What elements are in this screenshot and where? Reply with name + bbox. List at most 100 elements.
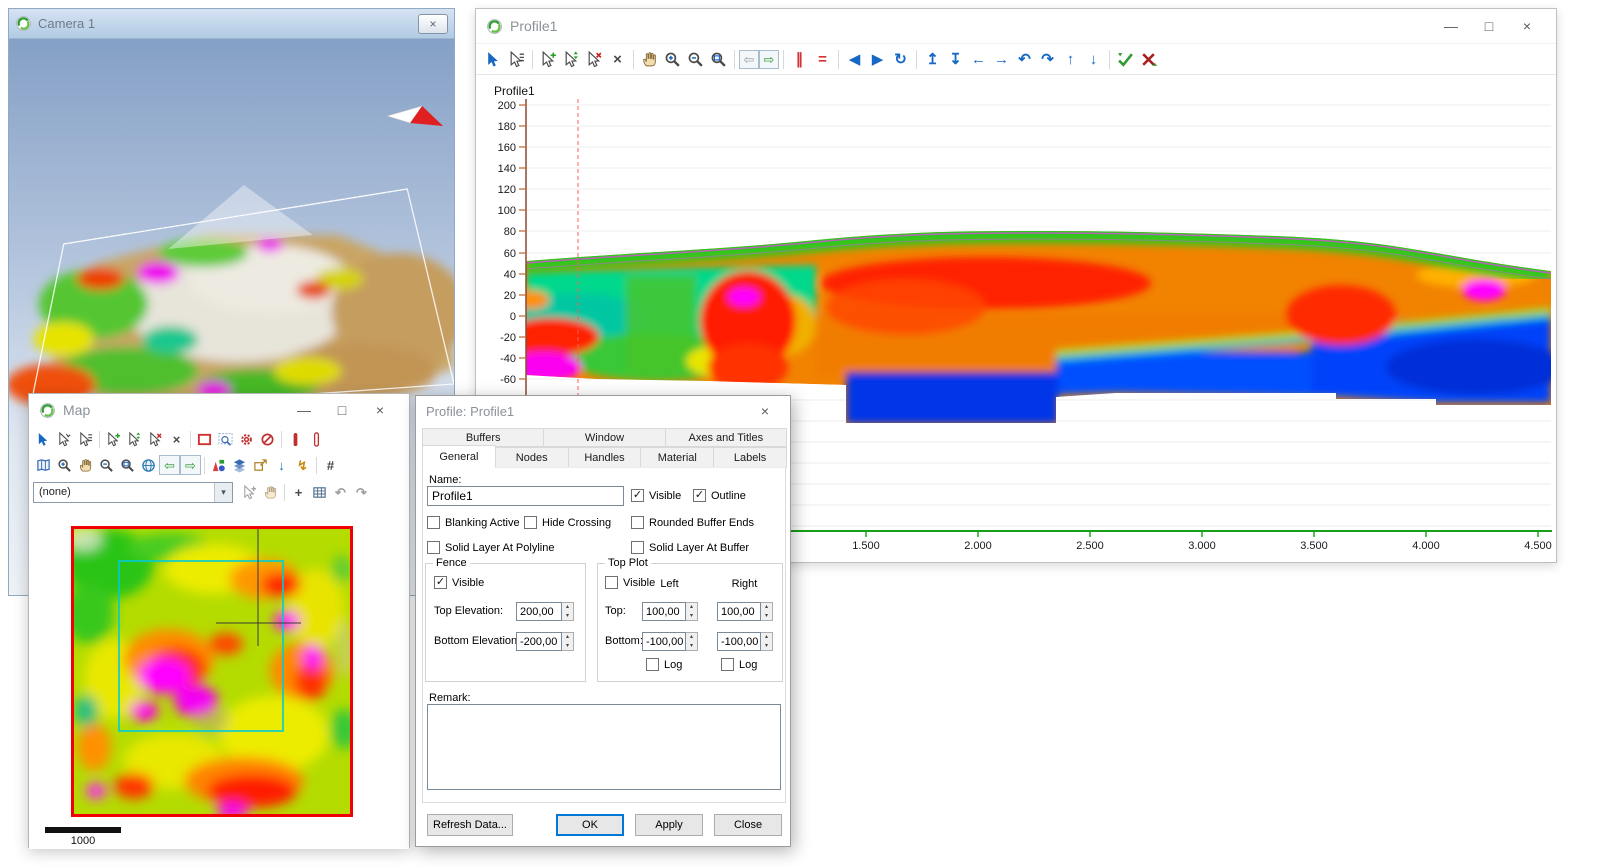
close-button[interactable]: × (1508, 13, 1546, 39)
spin-down-icon[interactable]: ▾ (686, 642, 697, 651)
top-left-field[interactable]: 100,00 (642, 602, 686, 621)
ok-button[interactable]: OK (556, 814, 624, 836)
layer-select[interactable]: (none) ▾ (33, 481, 233, 503)
move-right-icon[interactable]: → (990, 48, 1013, 70)
move-node-cursor-icon[interactable] (124, 429, 145, 449)
close-button[interactable]: × (361, 397, 399, 423)
move-left-icon[interactable]: ← (967, 48, 990, 70)
zoom-extents-icon[interactable] (707, 48, 730, 70)
map-title-bar[interactable]: Map — □ × (29, 394, 409, 426)
top-elevation-field[interactable]: 200,00 (516, 602, 562, 621)
log-right-checkbox[interactable] (721, 658, 734, 671)
nav-forward-icon[interactable]: ⇨ (759, 49, 779, 69)
spin-up-icon[interactable]: ▴ (686, 603, 697, 612)
snap-cursor-icon[interactable] (239, 482, 260, 502)
accept-changes-icon[interactable] (1114, 48, 1137, 70)
previous-profile-icon[interactable]: ◀ (843, 48, 866, 70)
zoom-in-icon[interactable] (661, 48, 684, 70)
spin-up-icon[interactable]: ▴ (761, 603, 772, 612)
region-options-gear-icon[interactable] (236, 429, 257, 449)
solid-layer-buffer-checkbox[interactable] (631, 541, 644, 554)
profile-title-bar[interactable]: Profile1 — □ × (476, 9, 1556, 43)
delete-node-cursor-icon[interactable] (583, 48, 606, 70)
apply-button[interactable]: Apply (635, 814, 703, 836)
close-button[interactable]: × (418, 13, 448, 34)
refresh-data-button[interactable]: Refresh Data... (427, 814, 513, 836)
tab-handles[interactable]: Handles (567, 447, 642, 468)
bottom-elevation-field[interactable]: -200,00 (516, 632, 562, 651)
discard-changes-icon[interactable] (1137, 48, 1160, 70)
map-canvas[interactable]: 1000 (29, 506, 409, 849)
camera-title-bar[interactable]: Camera 1 × (9, 9, 454, 39)
refresh-map-icon[interactable]: ↯ (292, 455, 313, 475)
select-cursor-icon[interactable] (33, 429, 54, 449)
spin-up-icon[interactable]: ▴ (562, 633, 573, 642)
spin-up-icon[interactable]: ▴ (562, 603, 573, 612)
insert-node-cursor-icon[interactable] (103, 429, 124, 449)
log-left-checkbox[interactable] (646, 658, 659, 671)
visible-checkbox[interactable]: ✓ (631, 489, 644, 502)
spin-up-icon[interactable]: ▴ (761, 633, 772, 642)
zoom-in-icon[interactable] (54, 455, 75, 475)
clear-region-icon[interactable] (257, 429, 278, 449)
spin-down-icon[interactable]: ▾ (562, 642, 573, 651)
close-button[interactable]: Close (714, 814, 782, 836)
spin-down-icon[interactable]: ▾ (761, 642, 772, 651)
solid-layer-polyline-checkbox[interactable] (427, 541, 440, 554)
tab-window[interactable]: Window (543, 428, 666, 447)
next-profile-icon[interactable]: ▶ (866, 48, 889, 70)
edit-object-cursor-icon[interactable] (75, 429, 96, 449)
rounded-buffer-ends-checkbox[interactable] (631, 516, 644, 529)
globe-icon[interactable] (138, 455, 159, 475)
minimize-button[interactable]: — (285, 397, 323, 423)
export-map-icon[interactable] (250, 455, 271, 475)
layers-icon[interactable] (229, 455, 250, 475)
undo-icon[interactable]: ↶ (330, 482, 351, 502)
nav-back-icon[interactable]: ⇦ (739, 49, 759, 69)
tab-labels[interactable]: Labels (713, 447, 787, 468)
insert-object-icon[interactable]: ↓ (271, 455, 292, 475)
add-node-icon[interactable]: + (288, 482, 309, 502)
tab-axes-and-titles[interactable]: Axes and Titles (664, 428, 787, 447)
spin-up-icon[interactable]: ▴ (686, 633, 697, 642)
tab-general[interactable]: General (422, 445, 496, 468)
select-polyline-cursor-icon[interactable] (54, 429, 75, 449)
bottom-left-field[interactable]: -100,00 (642, 632, 686, 651)
attribute-table-icon[interactable] (309, 482, 330, 502)
profile-line-outline-icon[interactable] (306, 429, 327, 449)
delete-node-cursor-icon[interactable] (145, 429, 166, 449)
spin-down-icon[interactable]: ▾ (761, 612, 772, 621)
zoom-region-icon[interactable] (215, 429, 236, 449)
pan-hand-icon[interactable] (638, 48, 661, 70)
pan-small-icon[interactable] (260, 482, 281, 502)
new-map-icon[interactable] (33, 455, 54, 475)
fence-visible-checkbox[interactable]: ✓ (434, 576, 447, 589)
nav-back-icon[interactable]: ⇦ (159, 455, 180, 475)
tab-nodes[interactable]: Nodes (494, 447, 569, 468)
zoom-extents-icon[interactable] (117, 455, 138, 475)
maximize-button[interactable]: □ (1470, 13, 1508, 39)
select-cursor-icon[interactable] (482, 48, 505, 70)
outline-checkbox[interactable]: ✓ (693, 489, 706, 502)
redo-icon[interactable]: ↷ (351, 482, 372, 502)
move-bottom-icon[interactable]: ↧ (944, 48, 967, 70)
close-button[interactable]: × (750, 398, 780, 424)
top-right-field[interactable]: 100,00 (717, 602, 761, 621)
undo-icon[interactable]: ↶ (1013, 48, 1036, 70)
pan-hand-icon[interactable] (75, 455, 96, 475)
insert-node-cursor-icon[interactable] (537, 48, 560, 70)
zoom-out-icon[interactable] (96, 455, 117, 475)
grid-icon[interactable]: # (320, 455, 341, 475)
delete-icon[interactable]: × (606, 48, 629, 70)
delete-icon[interactable]: × (166, 429, 187, 449)
top-plot-visible-checkbox[interactable] (605, 576, 618, 589)
spin-down-icon[interactable]: ▾ (686, 612, 697, 621)
symbols-icon[interactable] (208, 455, 229, 475)
buffer-lines-icon[interactable]: = (811, 48, 834, 70)
zoom-out-icon[interactable] (684, 48, 707, 70)
maximize-button[interactable]: □ (323, 397, 361, 423)
name-field[interactable] (427, 486, 624, 506)
edit-object-cursor-icon[interactable] (505, 48, 528, 70)
refresh-profile-icon[interactable]: ↻ (889, 48, 912, 70)
remark-field[interactable] (427, 704, 781, 790)
